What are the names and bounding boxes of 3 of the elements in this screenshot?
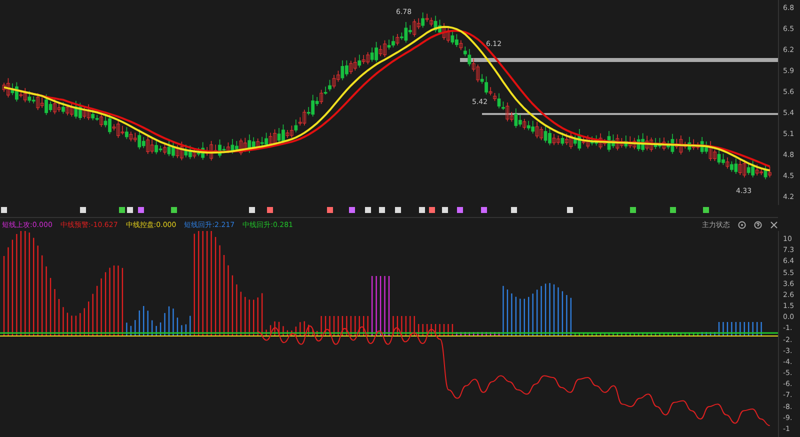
close-icon[interactable]	[770, 220, 778, 228]
help-icon[interactable]	[754, 220, 762, 228]
settings-icon[interactable]	[738, 220, 746, 228]
